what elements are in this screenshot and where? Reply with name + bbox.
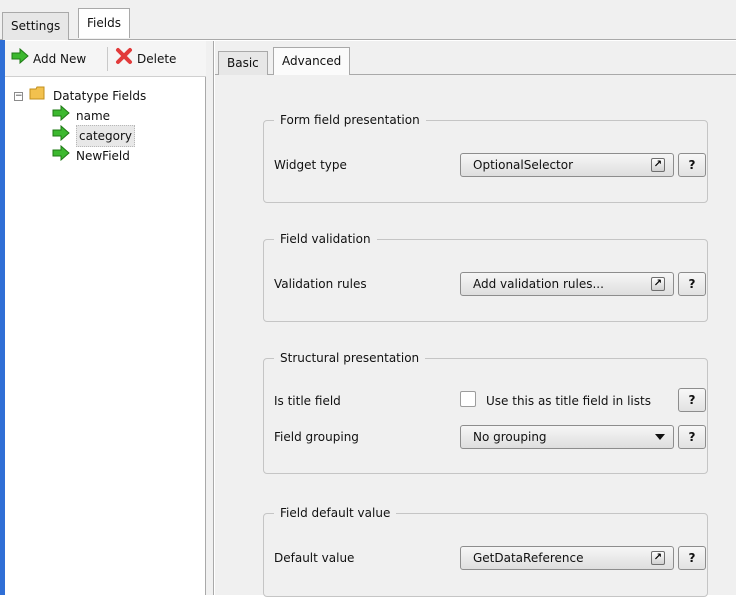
tab-basic[interactable]: Basic (218, 51, 268, 75)
fields-toolbar: Add New Delete (5, 41, 206, 77)
advanced-settings-content: Form field presentation Widget type Opti… (215, 75, 736, 597)
form-field-presentation-group: Form field presentation Widget type Opti… (263, 112, 708, 203)
tab-advanced[interactable]: Advanced (273, 47, 351, 75)
default-value-value: GetDataReference (473, 551, 584, 565)
tree-item-label: category (76, 125, 136, 147)
title-field-checkbox-label: Use this as title field in lists (486, 394, 651, 408)
tab-settings[interactable]: Settings (2, 12, 70, 40)
open-arrow-icon: ↗ (651, 158, 665, 172)
tree-item-category[interactable]: category (52, 124, 136, 147)
panel-splitter[interactable] (206, 41, 214, 595)
right-tab-strip: Basic Advanced (215, 41, 736, 75)
validation-rules-selector[interactable]: Add validation rules... ↗ (460, 272, 674, 296)
tree-item-label: name (76, 109, 111, 123)
group-title: Field default value (274, 505, 397, 521)
collapse-icon[interactable]: − (14, 91, 23, 101)
field-grouping-label: Field grouping (274, 430, 359, 444)
delete-button[interactable]: Delete (115, 47, 177, 71)
widget-type-selector[interactable]: OptionalSelector ↗ (460, 153, 674, 177)
default-value-selector[interactable]: GetDataReference ↗ (460, 546, 674, 570)
default-value-label: Default value (274, 551, 355, 565)
delete-x-icon (115, 47, 133, 71)
field-grouping-value: No grouping (473, 430, 547, 444)
widget-type-label: Widget type (274, 158, 347, 172)
field-arrow-icon (52, 124, 70, 147)
tree-root-label: Datatype Fields (53, 89, 147, 103)
delete-label: Delete (137, 52, 177, 66)
add-new-label: Add New (33, 52, 87, 66)
field-grouping-dropdown[interactable]: No grouping (460, 425, 674, 449)
title-field-checkbox[interactable] (460, 391, 476, 407)
structural-presentation-group: Structural presentation Is title field U… (263, 350, 708, 474)
field-arrow-icon (52, 144, 70, 167)
help-button[interactable]: ? (678, 425, 706, 449)
field-validation-group: Field validation Validation rules Add va… (263, 231, 708, 322)
group-title: Form field presentation (274, 112, 426, 128)
folder-icon (29, 86, 47, 106)
add-new-button[interactable]: Add New (11, 47, 87, 70)
help-button[interactable]: ? (678, 153, 706, 177)
field-arrow-icon (52, 104, 70, 127)
validation-rules-value: Add validation rules... (473, 277, 604, 291)
widget-type-value: OptionalSelector (473, 158, 574, 172)
help-button[interactable]: ? (678, 272, 706, 296)
open-arrow-icon: ↗ (651, 551, 665, 565)
add-arrow-icon (11, 47, 29, 70)
tree-item-label: NewField (76, 149, 130, 163)
group-title: Field validation (274, 231, 377, 247)
tree-item-newfield[interactable]: NewField (52, 144, 130, 167)
tab-fields[interactable]: Fields (78, 8, 130, 38)
group-title: Structural presentation (274, 350, 426, 366)
is-title-field-label: Is title field (274, 394, 341, 408)
tree-item-name[interactable]: name (52, 104, 111, 127)
top-tab-strip: Settings Fields (0, 0, 736, 40)
toolbar-separator (107, 47, 108, 71)
help-button[interactable]: ? (678, 388, 706, 412)
help-button[interactable]: ? (678, 546, 706, 570)
open-arrow-icon: ↗ (651, 277, 665, 291)
tree-root[interactable]: − Datatype Fields (14, 86, 146, 106)
field-default-value-group: Field default value Default value GetDat… (263, 505, 708, 597)
validation-rules-label: Validation rules (274, 277, 367, 291)
chevron-down-icon (655, 434, 665, 440)
